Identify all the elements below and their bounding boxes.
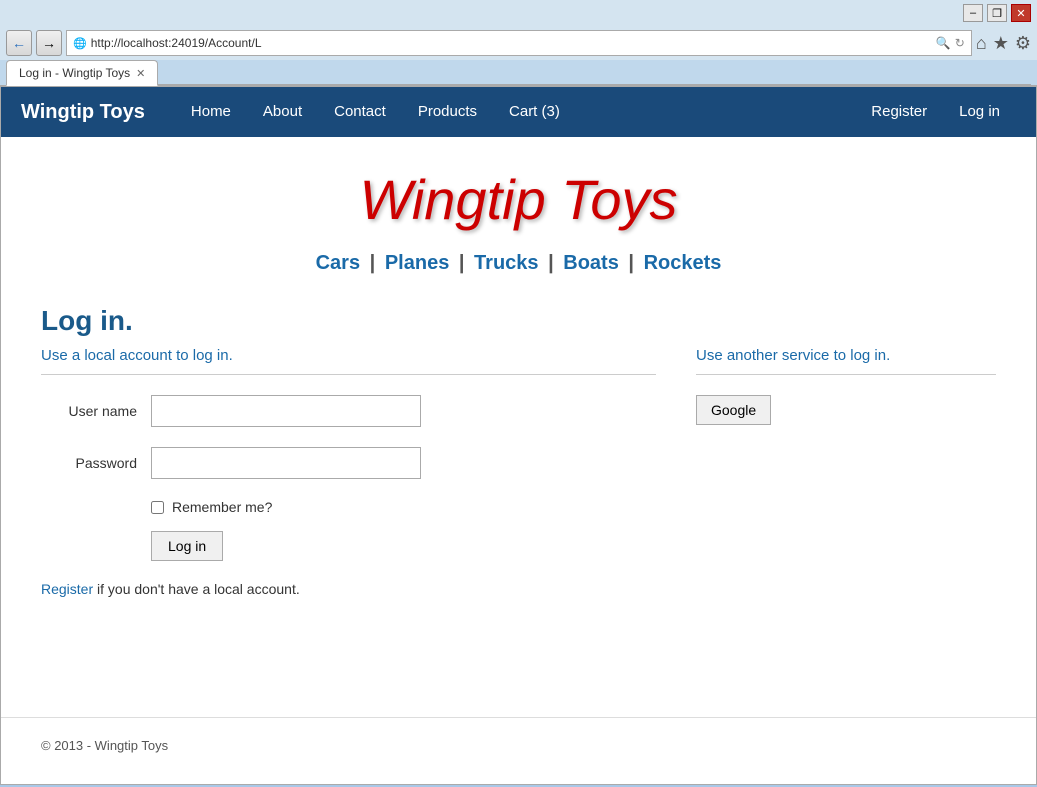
site-brand[interactable]: Wingtip Toys <box>21 101 145 124</box>
forward-button[interactable]: → <box>36 30 62 56</box>
cat-boats[interactable]: Boats <box>563 252 619 274</box>
google-button[interactable]: Google <box>696 395 771 425</box>
browser-content: Wingtip Toys Home About Contact Products… <box>0 86 1037 785</box>
login-button[interactable]: Log in <box>151 531 223 561</box>
site-navbar: Wingtip Toys Home About Contact Products… <box>1 87 1036 137</box>
page-content: Wingtip Toys Cars | Planes | Trucks | Bo… <box>1 137 1036 717</box>
cat-sep-1: | <box>370 252 376 274</box>
remember-label: Remember me? <box>172 499 272 515</box>
categories: Cars | Planes | Trucks | Boats | Rockets <box>41 252 996 275</box>
settings-icon[interactable]: ⚙ <box>1015 33 1031 54</box>
home-icon[interactable]: ⌂ <box>976 33 987 54</box>
favorites-icon[interactable]: ★ <box>993 33 1009 54</box>
address-text: http://localhost:24019/Account/L <box>91 36 932 50</box>
remember-checkbox[interactable] <box>151 501 164 514</box>
username-label: User name <box>41 403 151 419</box>
cat-sep-4: | <box>628 252 634 274</box>
search-icon: 🔍 <box>936 36 951 50</box>
password-row: Password <box>41 447 656 479</box>
nav-contact[interactable]: Contact <box>318 87 402 137</box>
login-left: Use a local account to log in. User name… <box>41 347 656 597</box>
password-label: Password <box>41 455 151 471</box>
cat-sep-3: | <box>548 252 554 274</box>
right-divider <box>696 374 996 375</box>
cat-planes[interactable]: Planes <box>385 252 449 274</box>
refresh-icon[interactable]: ↻ <box>955 36 965 50</box>
register-link[interactable]: Register <box>41 581 93 597</box>
tab-close-button[interactable]: ✕ <box>136 67 145 80</box>
nav-cart[interactable]: Cart (3) <box>493 87 576 137</box>
footer-text: © 2013 - Wingtip Toys <box>41 738 168 753</box>
service-label: Use another service to log in. <box>696 347 996 364</box>
password-input[interactable] <box>151 447 421 479</box>
register-text: if you don't have a local account. <box>93 581 300 597</box>
address-bar[interactable]: 🌐 http://localhost:24019/Account/L 🔍 ↻ <box>66 30 972 56</box>
cat-trucks[interactable]: Trucks <box>474 252 538 274</box>
close-button[interactable]: ✕ <box>1011 4 1031 22</box>
nav-products[interactable]: Products <box>402 87 493 137</box>
remember-row: Remember me? <box>151 499 656 515</box>
tab-label: Log in - Wingtip Toys <box>19 66 130 80</box>
local-account-label: Use a local account to log in. <box>41 347 656 364</box>
username-row: User name <box>41 395 656 427</box>
login-right: Use another service to log in. Google <box>696 347 996 597</box>
restore-button[interactable]: ❐ <box>987 4 1007 22</box>
nav-register[interactable]: Register <box>855 87 943 137</box>
back-button[interactable]: ← <box>6 30 32 56</box>
nav-login[interactable]: Log in <box>943 87 1016 137</box>
site-footer: © 2013 - Wingtip Toys <box>1 717 1036 773</box>
address-icon: 🌐 <box>73 37 87 50</box>
cat-rockets[interactable]: Rockets <box>644 252 722 274</box>
login-container: Use a local account to log in. User name… <box>41 347 996 597</box>
minimize-button[interactable]: – <box>963 4 983 22</box>
nav-home[interactable]: Home <box>175 87 247 137</box>
nav-about[interactable]: About <box>247 87 318 137</box>
site-nav-right: Register Log in <box>855 87 1016 137</box>
active-tab[interactable]: Log in - Wingtip Toys ✕ <box>6 60 158 86</box>
cat-sep-2: | <box>459 252 465 274</box>
register-row: Register if you don't have a local accou… <box>41 581 656 597</box>
login-heading: Log in. <box>41 305 996 337</box>
cat-cars[interactable]: Cars <box>316 252 360 274</box>
site-nav-links: Home About Contact Products Cart (3) <box>175 87 855 137</box>
username-input[interactable] <box>151 395 421 427</box>
site-title: Wingtip Toys <box>41 167 996 232</box>
left-divider <box>41 374 656 375</box>
